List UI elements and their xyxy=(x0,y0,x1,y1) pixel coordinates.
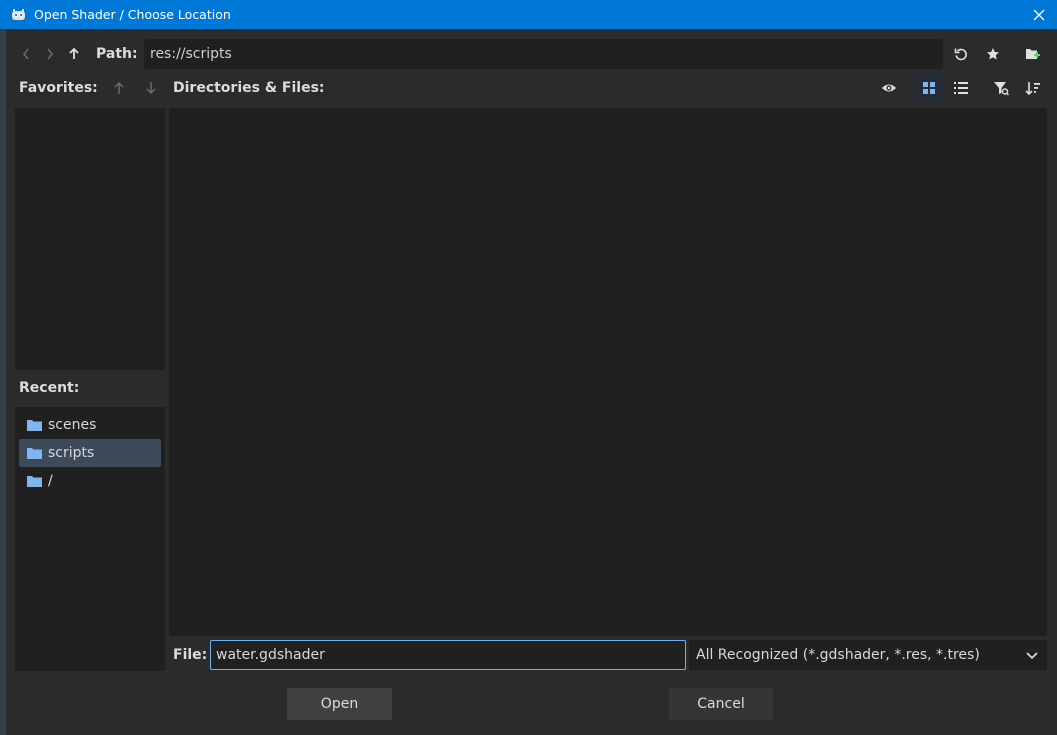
open-button[interactable]: Open xyxy=(287,688,392,720)
close-icon[interactable] xyxy=(1021,0,1057,29)
chevron-down-icon xyxy=(1025,648,1039,662)
move-up-icon[interactable] xyxy=(105,74,133,102)
eye-icon[interactable] xyxy=(875,74,903,102)
folder-icon xyxy=(27,447,42,459)
title-bar: Open Shader / Choose Location xyxy=(0,0,1057,29)
favorites-label: Favorites: xyxy=(19,80,98,96)
star-icon[interactable] xyxy=(979,40,1007,68)
chevron-right-icon[interactable] xyxy=(38,40,62,68)
file-name-input[interactable]: water.gdshader xyxy=(210,640,686,670)
recent-item-label: scripts xyxy=(48,445,95,461)
new-folder-icon[interactable] xyxy=(1019,40,1047,68)
arrow-up-icon[interactable] xyxy=(62,40,86,68)
reload-icon[interactable] xyxy=(947,40,975,68)
directories-files-label: Directories & Files: xyxy=(173,80,325,96)
recent-item-scripts[interactable]: scripts xyxy=(19,439,161,467)
recent-item-root[interactable]: / xyxy=(19,467,161,495)
file-filter-select[interactable]: All Recognized (*.gdshader, *.res, *.tre… xyxy=(689,640,1047,670)
file-filter-value: All Recognized (*.gdshader, *.res, *.tre… xyxy=(696,647,980,663)
files-view[interactable] xyxy=(169,108,1047,636)
filter-icon[interactable] xyxy=(987,74,1015,102)
sort-icon[interactable] xyxy=(1019,74,1047,102)
folder-icon xyxy=(27,419,42,431)
window-title: Open Shader / Choose Location xyxy=(34,7,231,22)
chevron-left-icon[interactable] xyxy=(14,40,38,68)
recent-item-label: / xyxy=(48,473,53,489)
recent-item-label: scenes xyxy=(48,417,97,433)
recent-list[interactable]: scenes scripts / xyxy=(15,407,165,671)
recent-item-scenes[interactable]: scenes xyxy=(19,411,161,439)
grid-view-icon[interactable] xyxy=(915,74,943,102)
path-input[interactable]: res://scripts xyxy=(144,39,943,69)
recent-label: Recent: xyxy=(19,380,80,396)
favorites-list[interactable] xyxy=(15,108,165,370)
folder-icon xyxy=(27,475,42,487)
path-bar: Path: res://scripts xyxy=(14,39,1047,69)
file-label: File: xyxy=(173,647,208,663)
list-view-icon[interactable] xyxy=(947,74,975,102)
path-label: Path: xyxy=(96,46,138,62)
godot-icon xyxy=(10,7,26,23)
cancel-button[interactable]: Cancel xyxy=(669,688,773,720)
move-down-icon[interactable] xyxy=(137,74,165,102)
file-bar: File: water.gdshader All Recognized (*.g… xyxy=(169,640,1047,670)
